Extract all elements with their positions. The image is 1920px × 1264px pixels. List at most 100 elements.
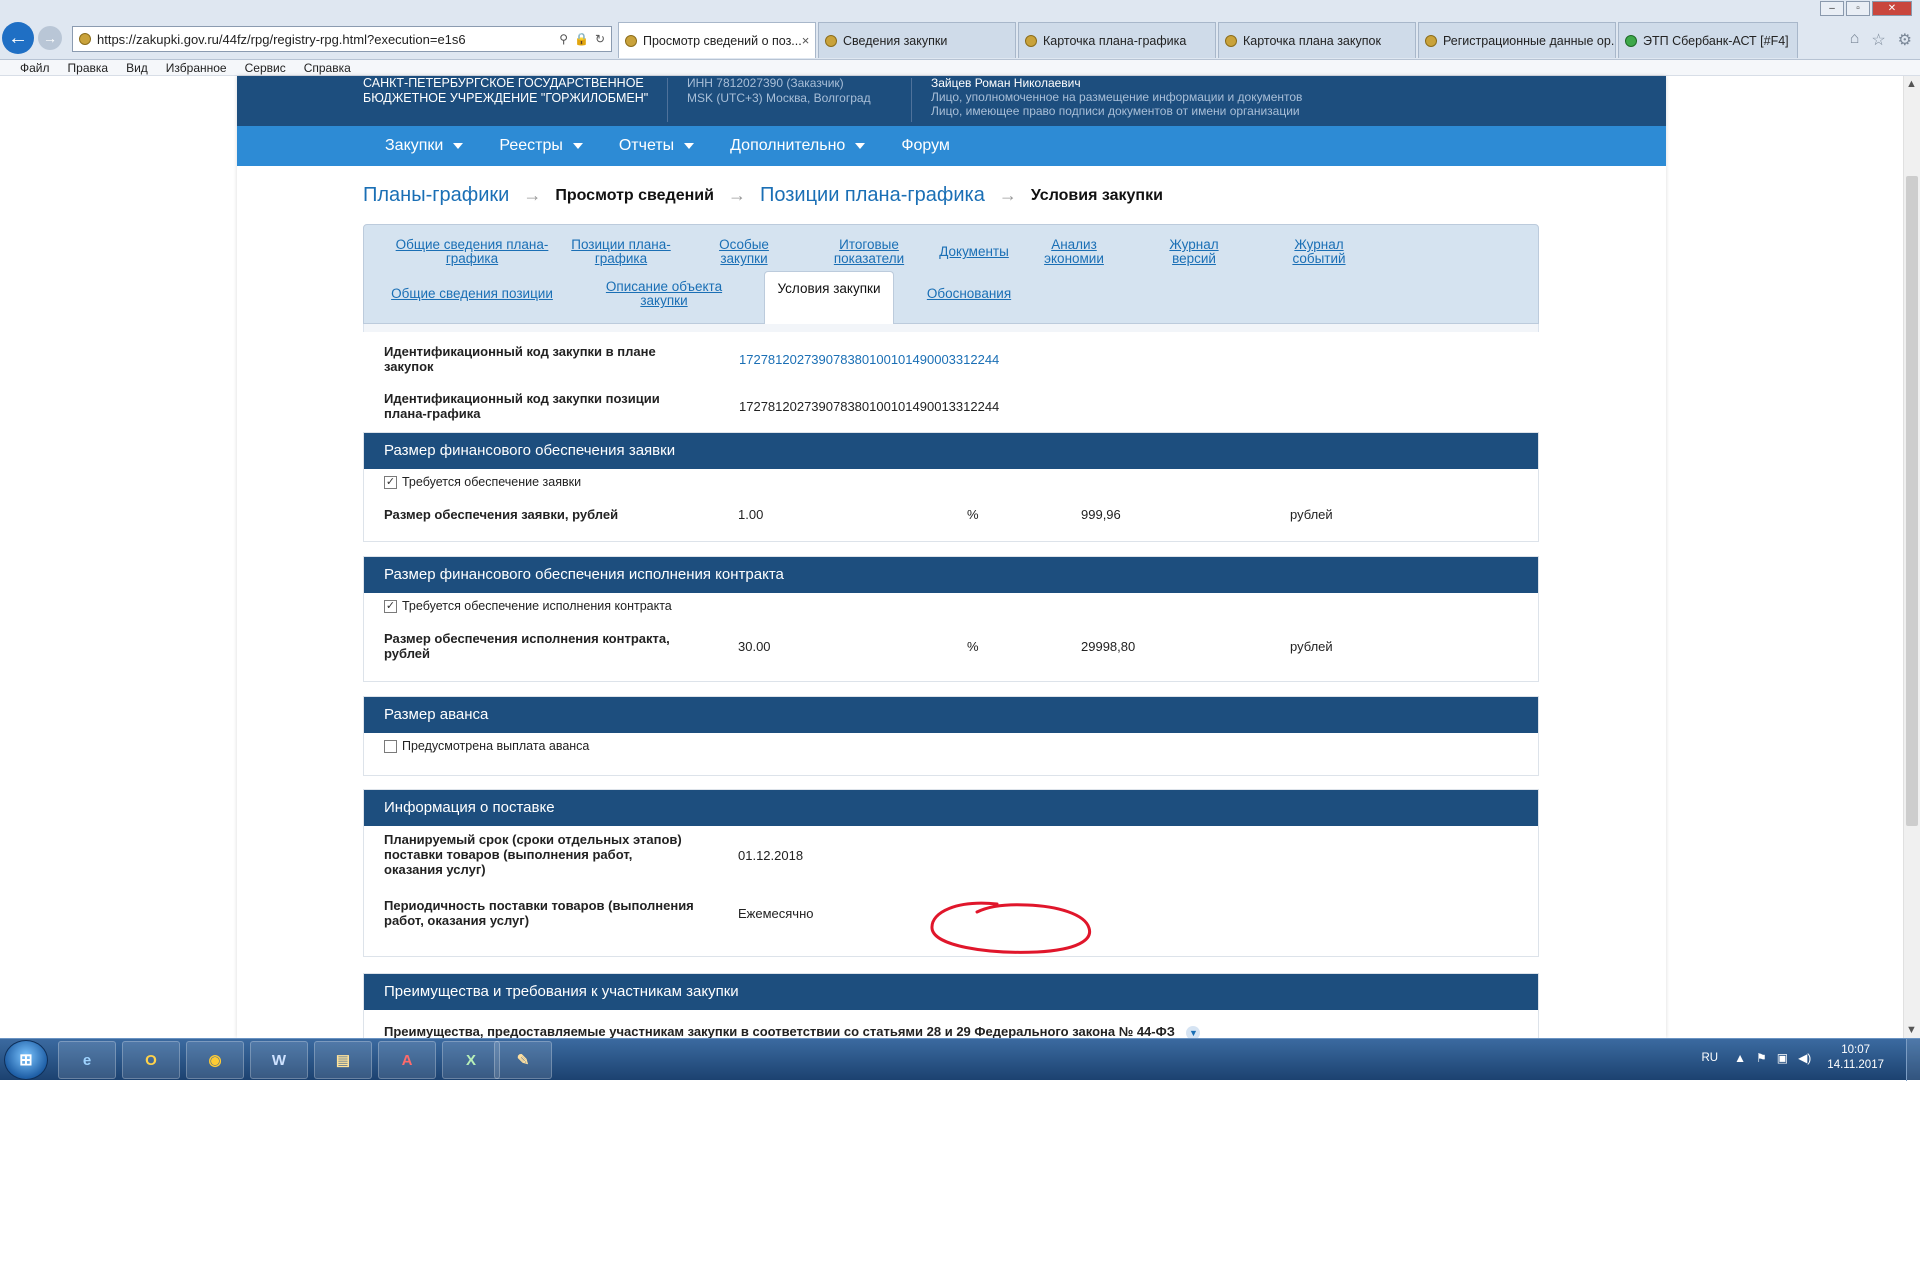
header-divider [911,78,912,122]
menu-reports[interactable]: Отчеты [619,137,695,155]
window-titlebar: – ▫ ✕ [0,0,1920,18]
maximize-button[interactable]: ▫ [1846,1,1870,16]
currency-label: рублей [1290,507,1333,522]
tab-plan-general[interactable]: Общие сведения плана-графика [392,238,552,266]
menu-forum[interactable]: Форум [901,137,950,155]
menu-edit[interactable]: Правка [68,60,109,75]
percent-sign: % [967,507,979,522]
menu-favorites[interactable]: Избранное [166,60,227,75]
breadcrumb-current: Условия закупки [1030,186,1163,204]
show-hidden-icons-icon[interactable]: ▲ [1734,1051,1746,1065]
forward-button[interactable]: → [38,26,62,50]
checkbox-label: Требуется обеспечение заявки [402,475,582,489]
favorites-star-icon[interactable]: ☆ [1871,30,1885,50]
menu-registries[interactable]: Реестры [499,137,583,155]
bid-security-checkbox-row[interactable]: ✓ Требуется обеспечение заявки [384,475,581,489]
scroll-up-arrow-icon[interactable]: ▲ [1906,78,1917,90]
browser-tab[interactable]: Карточка плана-графика [1018,22,1216,58]
user-role: Лицо, уполномоченное на размещение инфор… [931,90,1303,104]
tab-version-log[interactable]: Журнал версий [1164,238,1224,266]
address-bar[interactable]: https://zakupki.gov.ru/44fz/rpg/registry… [72,26,612,52]
checkbox-unchecked-icon[interactable] [384,739,397,753]
clock[interactable]: 10:07 14.11.2017 [1827,1043,1884,1073]
position-id-value: 172781202739078380100101490013312244 [739,399,1000,414]
tab-event-log[interactable]: Журнал событий [1289,238,1349,266]
position-id-label: Идентификационный код закупки позиции пл… [384,391,660,421]
menu-additional[interactable]: Дополнительно [730,137,866,155]
tab-documents[interactable]: Документы [929,245,1019,259]
tab-special-purchases[interactable]: Особые закупки [714,238,774,266]
tab-purchase-conditions[interactable]: Условия закупки [764,271,894,325]
menu-tools[interactable]: Сервис [245,60,286,75]
chrome-app-icon[interactable]: ◉ [186,1041,244,1079]
arrow-right-icon: → [727,185,746,205]
web-page: САНКТ-ПЕТЕРБУРГСКОЕ ГОСУДАРСТВЕННОЕ БЮДЖ… [237,76,1666,1038]
refresh-icon[interactable]: ↻ [595,32,605,46]
vertical-scrollbar[interactable]: ▲ ▼ [1903,76,1920,1038]
field-label: Размер обеспечения исполнения контракта,… [384,631,670,661]
menu-purchases[interactable]: Закупки [385,137,464,155]
volume-icon[interactable]: ◀) [1798,1051,1811,1065]
home-icon[interactable]: ⌂ [1850,30,1860,50]
tab-totals[interactable]: Итоговые показатели [824,238,914,266]
menu-help[interactable]: Справка [304,60,351,75]
tab-position-general[interactable]: Общие сведения позиции [382,287,562,301]
advantages-row: Преимущества, предоставляемые участникам… [384,1024,1484,1038]
minimize-button[interactable]: – [1820,1,1844,16]
excel-app-icon[interactable]: X [442,1041,500,1079]
show-desktop-button[interactable] [1906,1039,1920,1081]
acrobat-app-icon[interactable]: A [378,1041,436,1079]
action-center-flag-icon[interactable]: ⚑ [1756,1051,1767,1065]
menu-view[interactable]: Вид [126,60,148,75]
scroll-down-arrow-icon[interactable]: ▼ [1906,1024,1917,1036]
checkbox-checked-icon[interactable]: ✓ [384,475,397,489]
browser-tab[interactable]: ЭТП Сбербанк-АСТ [#F4] [1618,22,1798,58]
tab-favicon-icon [1225,34,1237,47]
menu-file[interactable]: Файл [20,60,50,75]
browser-menubar: Файл Правка Вид Избранное Сервис Справка [0,60,1920,76]
ie-app-icon[interactable]: e [58,1041,116,1079]
plan-id-value[interactable]: 172781202739078380100101490003312244 [739,352,999,367]
window-controls: – ▫ ✕ [1820,1,1912,16]
window-close-button[interactable]: ✕ [1872,1,1912,16]
browser-tab[interactable]: Карточка плана закупок [1218,22,1416,58]
tab-justifications[interactable]: Обоснования [919,287,1019,301]
tab-favicon-icon [1425,34,1437,47]
percent-value: 30.00 [738,639,771,654]
scrollbar-thumb[interactable] [1906,176,1918,826]
tab-close-icon[interactable]: × [802,33,810,48]
word-app-icon[interactable]: W [250,1041,308,1079]
tab-savings-analysis[interactable]: Анализ экономии [1034,238,1114,266]
tab-plan-positions[interactable]: Позиции плана-графика [571,238,671,266]
percent-sign: % [967,639,979,654]
system-tray: RU ▲ ⚑ ▣ ◀) 10:07 14.11.2017 [1701,1043,1884,1073]
breadcrumb-schedules[interactable]: Планы-графики [363,184,509,207]
browser-tab[interactable]: Регистрационные данные ор... [1418,22,1616,58]
menu-label: Реестры [499,137,563,154]
section-title: Размер финансового обеспечения заявки [364,433,1538,469]
explorer-app-icon[interactable]: ▤ [314,1041,372,1079]
network-icon[interactable]: ▣ [1777,1051,1788,1065]
lock-icon[interactable]: 🔒 [574,32,589,46]
start-button[interactable]: ⊞ [4,1040,48,1080]
tab-label: Регистрационные данные ор... [1443,33,1616,48]
contract-security-checkbox-row[interactable]: ✓ Требуется обеспечение исполнения контр… [384,599,672,613]
paint-app-icon[interactable]: ✎ [494,1041,552,1079]
main-menu: Закупки Реестры Отчеты Дополнительно Фор… [237,126,1666,166]
settings-gear-icon[interactable]: ⚙ [1898,30,1912,50]
outlook-app-icon[interactable]: O [122,1041,180,1079]
user-name[interactable]: Зайцев Роман Николаевич [931,76,1302,90]
address-url[interactable]: https://zakupki.gov.ru/44fz/rpg/registry… [97,32,559,47]
back-button[interactable]: ← [2,22,34,54]
language-indicator[interactable]: RU [1701,1052,1718,1064]
tab-object-description[interactable]: Описание объекта закупки [599,280,729,308]
tab-label: Карточка плана-графика [1043,33,1187,48]
checkbox-checked-icon[interactable]: ✓ [384,599,397,613]
browser-tab[interactable]: Просмотр сведений о поз... × [618,22,816,58]
expand-chevron-icon[interactable]: ▼ [1186,1026,1201,1038]
advance-checkbox-row[interactable]: Предусмотрена выплата аванса [384,739,589,753]
browser-tab[interactable]: Сведения закупки [818,22,1016,58]
advance-section: Размер аванса Предусмотрена выплата аван… [363,696,1539,776]
search-icon[interactable]: ⚲ [559,32,568,46]
breadcrumb-positions[interactable]: Позиции плана-графика [760,184,985,207]
